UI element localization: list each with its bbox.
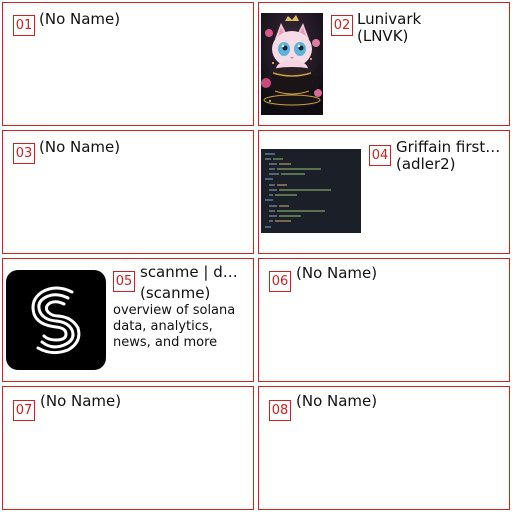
token-card-01[interactable]: 01 (No Name): [2, 2, 254, 126]
card-title: scanme | d…: [140, 264, 238, 281]
card-index-badge: 03: [13, 143, 35, 164]
card-index-badge: 02: [331, 15, 353, 36]
card-title: (No Name): [296, 393, 378, 410]
scanme-logo-icon: [6, 270, 106, 370]
token-card-04[interactable]: 04 Griffain first… (adler2): [258, 130, 510, 254]
token-card-06[interactable]: 06 (No Name): [258, 258, 510, 382]
token-card-03[interactable]: 03 (No Name): [2, 130, 254, 254]
card-description: overview of solana data, analytics, news…: [113, 303, 236, 350]
card-symbol: (scanme): [140, 284, 211, 302]
token-card-02[interactable]: 02 Lunivark (LNVK): [258, 2, 510, 126]
card-title: (No Name): [296, 265, 378, 282]
token-card-07[interactable]: 07 (No Name): [2, 386, 254, 510]
card-index-badge: 07: [13, 400, 35, 421]
token-card-05[interactable]: 05 scanme | d… (scanme) overview of sola…: [2, 258, 254, 382]
code-screenshot-image: [261, 149, 361, 233]
card-index-badge: 01: [13, 15, 35, 36]
card-title: (No Name): [39, 139, 121, 156]
token-card-08[interactable]: 08 (No Name): [258, 386, 510, 510]
card-symbol: (LNVK): [357, 27, 409, 45]
card-title: Lunivark: [357, 11, 422, 28]
card-index-badge: 06: [269, 271, 291, 292]
token-card-grid: 01 (No Name) 02 Lunivark (LNVK) 03 (No N…: [0, 0, 512, 512]
card-title: (No Name): [40, 393, 122, 410]
card-index-badge: 05: [113, 271, 135, 292]
card-index-badge: 08: [269, 400, 291, 421]
card-symbol: (adler2): [396, 155, 456, 173]
card-title: Griffain first…: [396, 139, 501, 156]
card-index-badge: 04: [369, 145, 391, 166]
card-title: (No Name): [39, 11, 121, 28]
kitten-in-teacup-image: [261, 13, 323, 115]
